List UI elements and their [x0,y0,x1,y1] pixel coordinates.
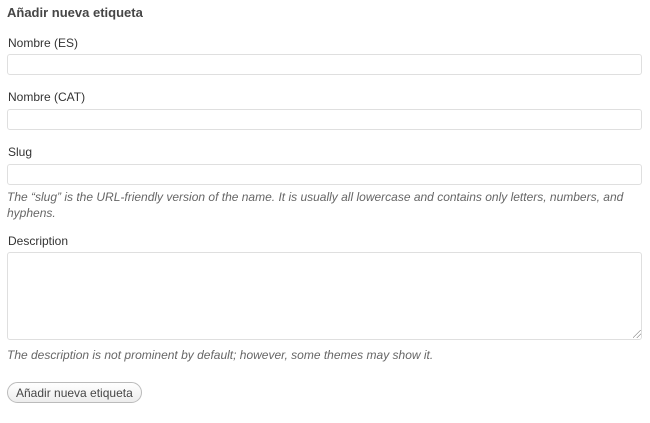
add-tag-button[interactable]: Añadir nueva etiqueta [7,382,142,403]
description-textarea[interactable] [7,252,642,340]
name-cat-input[interactable] [7,109,642,130]
description-hint: The description is not prominent by defa… [7,348,434,362]
slug-input[interactable] [7,164,642,185]
slug-hint: The “slug” is the URL-friendly version o… [7,190,624,220]
form-title: Añadir nueva etiqueta [7,5,143,20]
slug-label: Slug [8,145,33,159]
name-es-label: Nombre (ES) [8,36,79,50]
description-label: Description [8,234,69,248]
name-es-input[interactable] [7,54,642,75]
name-cat-label: Nombre (CAT) [8,90,86,104]
resize-grip-icon[interactable] [633,330,641,338]
